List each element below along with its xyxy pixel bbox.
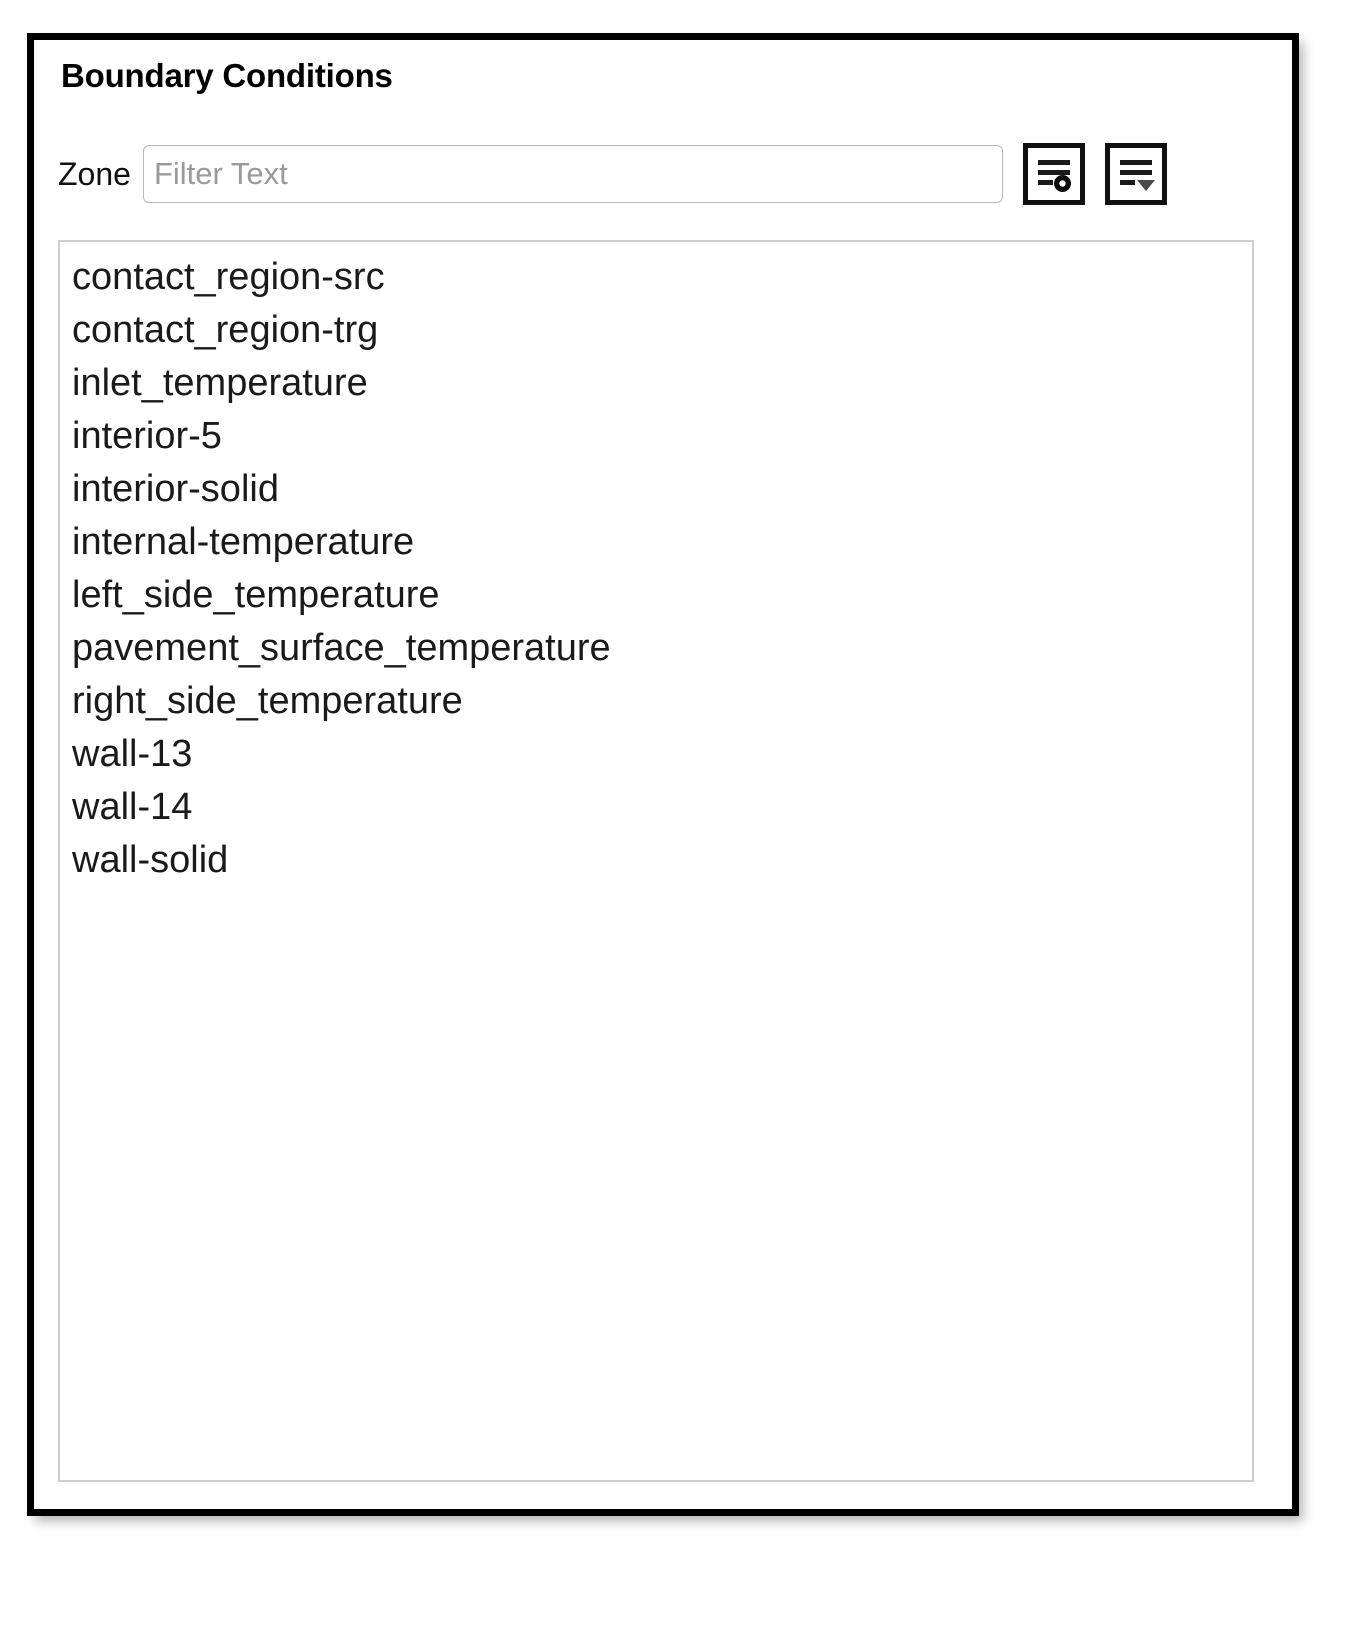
list-settings-icon — [1034, 154, 1074, 194]
list-item[interactable]: inlet_temperature — [60, 357, 1252, 410]
list-item[interactable]: left_side_temperature — [60, 569, 1252, 622]
list-item[interactable]: interior-5 — [60, 410, 1252, 463]
boundary-conditions-panel: Boundary Conditions Zone Filter Text con… — [27, 33, 1299, 1516]
panel-inner: Boundary Conditions Zone Filter Text con… — [34, 40, 1292, 1509]
list-settings-button[interactable] — [1022, 143, 1085, 205]
page-title: Boundary Conditions — [61, 57, 393, 94]
list-item[interactable]: interior-solid — [60, 463, 1252, 516]
list-item[interactable]: contact_region-trg — [60, 304, 1252, 357]
list-item[interactable]: right_side_temperature — [60, 675, 1252, 728]
list-item[interactable]: wall-14 — [60, 781, 1252, 834]
list-item[interactable]: wall-solid — [60, 834, 1252, 887]
zone-label: Zone — [58, 156, 131, 192]
list-item[interactable]: wall-13 — [60, 728, 1252, 781]
zone-list[interactable]: contact_region-src contact_region-trg in… — [58, 240, 1254, 1482]
zone-filter-row: Zone — [58, 143, 1253, 205]
list-item[interactable]: internal-temperature — [60, 516, 1252, 569]
zone-filter-input[interactable] — [142, 145, 1003, 203]
list-dropdown-icon — [1116, 154, 1156, 194]
list-dropdown-button[interactable] — [1104, 143, 1167, 205]
list-item[interactable]: contact_region-src — [60, 251, 1252, 304]
list-item[interactable]: pavement_surface_temperature — [60, 622, 1252, 675]
